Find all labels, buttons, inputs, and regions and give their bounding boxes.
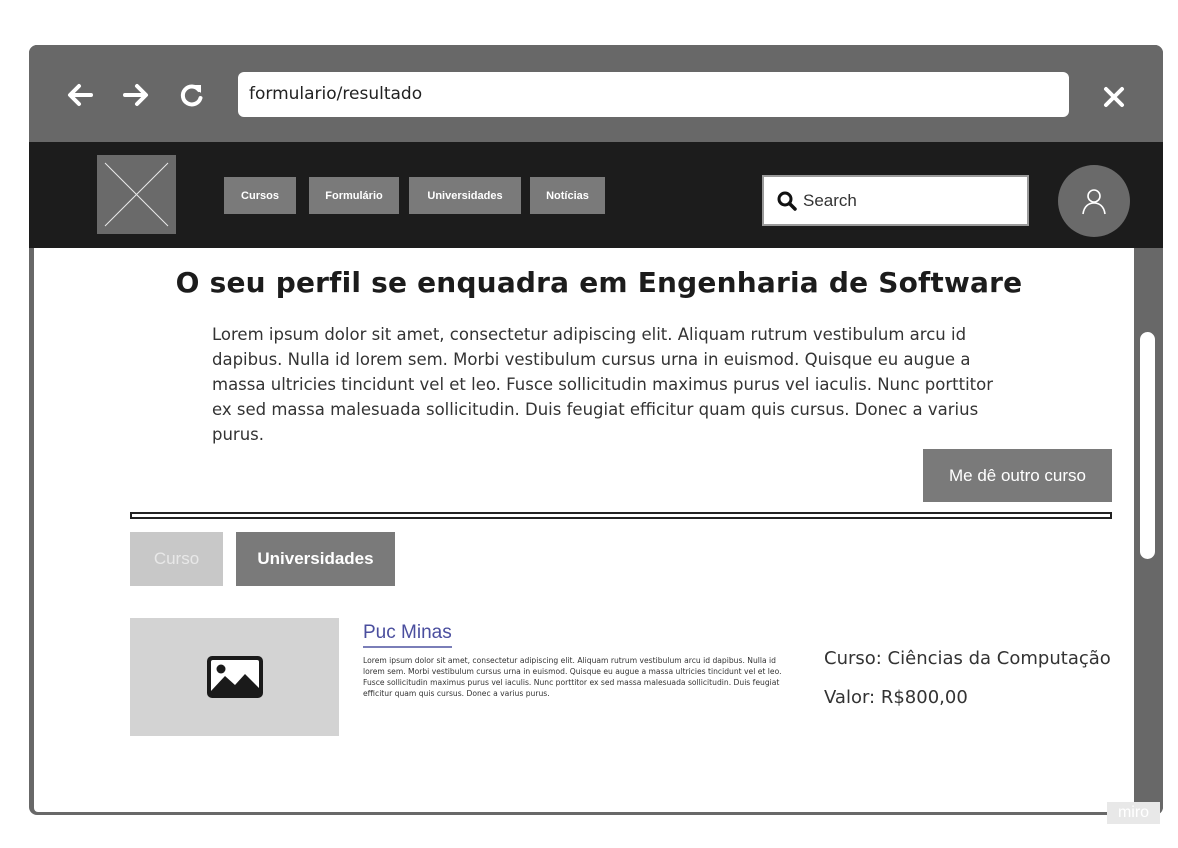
logo-image-icon [104, 162, 169, 227]
search-icon [777, 191, 797, 211]
nav-noticias[interactable]: Notícias [530, 177, 605, 214]
back-button[interactable] [60, 71, 100, 119]
logo-placeholder[interactable] [97, 155, 176, 234]
site-navbar: Cursos Formulário Universidades Notícias… [29, 142, 1163, 248]
user-icon [1082, 189, 1106, 215]
browser-window: formulario/resultado Cursos Formulário U… [29, 45, 1163, 815]
another-course-button[interactable]: Me dê outro curso [923, 449, 1112, 502]
page-content: O seu perfil se enquadra em Engenharia d… [34, 248, 1134, 812]
close-button[interactable] [1094, 77, 1134, 117]
arrow-left-icon [68, 84, 93, 106]
search-input[interactable]: Search [762, 175, 1029, 226]
search-placeholder: Search [803, 190, 857, 210]
divider [130, 512, 1112, 519]
close-icon [1104, 87, 1124, 107]
university-name-link[interactable]: Puc Minas [363, 622, 452, 648]
nav-cursos[interactable]: Cursos [224, 177, 296, 214]
page-title: O seu perfil se enquadra em Engenharia d… [175, 266, 1023, 299]
tab-universidades[interactable]: Universidades [236, 532, 395, 586]
url-bar[interactable]: formulario/resultado [238, 72, 1069, 117]
university-course: Curso: Ciências da Computação [824, 648, 1111, 669]
forward-button[interactable] [116, 71, 156, 119]
nav-formulario[interactable]: Formulário [309, 177, 399, 214]
user-avatar[interactable] [1058, 165, 1130, 237]
university-image [130, 618, 339, 736]
university-price: Valor: R$800,00 [824, 687, 968, 708]
result-description: Lorem ipsum dolor sit amet, consectetur … [212, 325, 994, 444]
scrollbar-track[interactable] [1134, 248, 1163, 815]
image-placeholder-icon [206, 656, 263, 698]
browser-toolbar: formulario/resultado [29, 45, 1163, 142]
scrollbar-thumb[interactable] [1140, 332, 1155, 559]
university-description: Lorem ipsum dolor sit amet, consectetur … [363, 656, 782, 698]
nav-universidades[interactable]: Universidades [409, 177, 521, 214]
reload-button[interactable] [172, 71, 212, 119]
reload-icon [180, 84, 203, 107]
arrow-right-icon [123, 84, 148, 106]
tab-curso[interactable]: Curso [130, 532, 223, 586]
miro-watermark: miro [1107, 802, 1160, 824]
